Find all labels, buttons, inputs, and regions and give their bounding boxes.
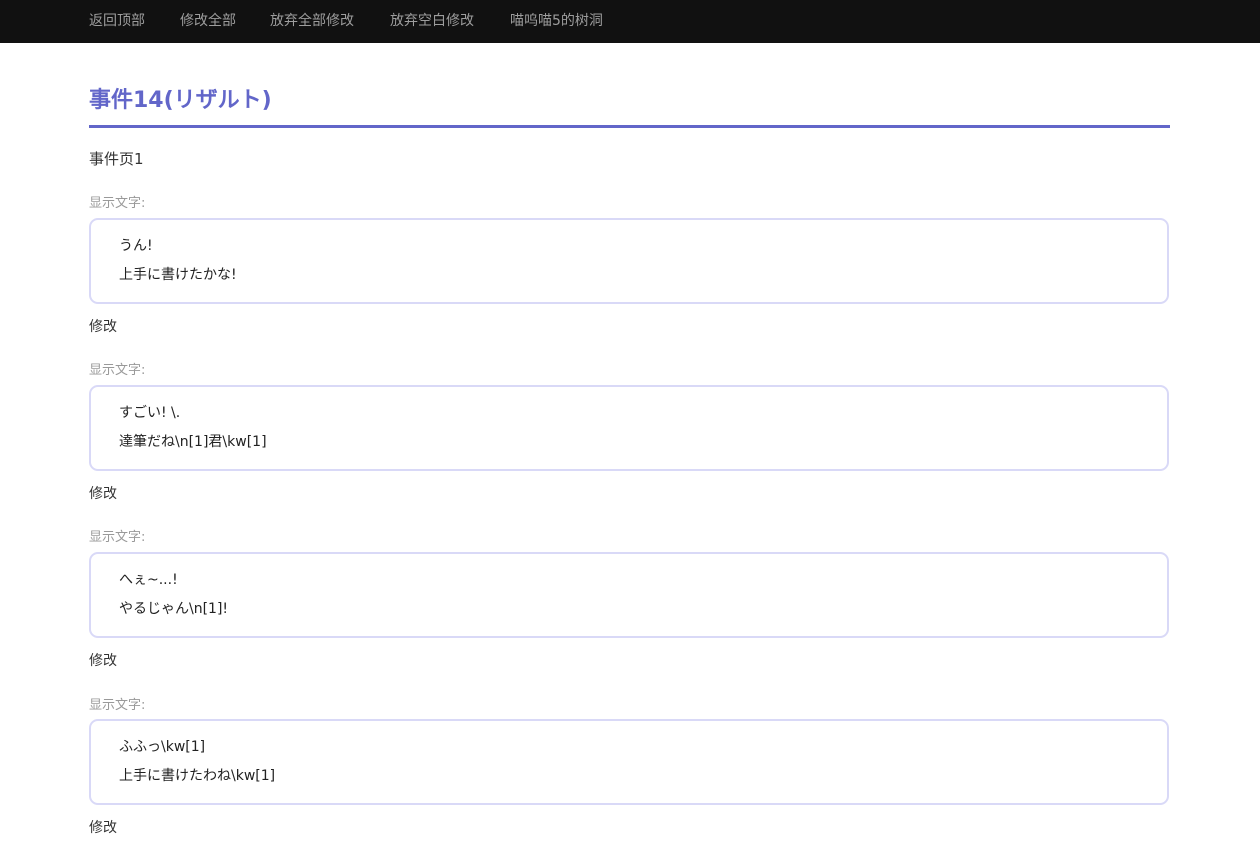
entry-label: 显示文字: [89,698,146,713]
entry-text-line: やるじゃん\n[1]! [119,601,229,617]
nav-discard-all-edits[interactable]: 放弃全部修改 [270,0,354,43]
page-subtitle: 事件页1 [89,150,144,168]
entry-text-line: へぇ~...! [119,572,178,588]
entry-label: 显示文字: [89,530,146,545]
entry-label: 显示文字: [89,363,146,378]
text-entry-box: へぇ~...! やるじゃん\n[1]! [89,552,1169,638]
nav-back-to-top[interactable]: 返回顶部 [89,0,145,43]
text-entry-box: すごい! \. 達筆だね\n[1]君\kw[1] [89,385,1169,471]
nav-blog-link[interactable]: 喵呜喵5的树洞 [510,0,603,43]
edit-button[interactable]: 修改 [89,318,117,336]
page-title: 事件14(リザルト) [89,88,272,113]
text-entry-box: うん! 上手に書けたかな! [89,218,1169,304]
entry-text-line: 上手に書けたわね\kw[1] [119,768,276,784]
nav-edit-all[interactable]: 修改全部 [180,0,236,43]
entry-text-line: 達筆だね\n[1]君\kw[1] [119,434,267,450]
entry-text-line: うん! [119,238,153,254]
text-entry-box: ふふっ\kw[1] 上手に書けたわね\kw[1] [89,719,1169,805]
top-nav-bar: 返回顶部 修改全部 放弃全部修改 放弃空白修改 喵呜喵5的树洞 [0,0,1260,43]
entry-text-line: すごい! \. [119,405,181,421]
edit-button[interactable]: 修改 [89,652,117,670]
edit-button[interactable]: 修改 [89,485,117,503]
nav-discard-blank-edits[interactable]: 放弃空白修改 [390,0,474,43]
edit-button[interactable]: 修改 [89,819,117,837]
entry-label: 显示文字: [89,196,146,211]
entry-text-line: ふふっ\kw[1] [119,739,206,755]
entry-text-line: 上手に書けたかな! [119,267,237,283]
title-divider [89,125,1170,128]
